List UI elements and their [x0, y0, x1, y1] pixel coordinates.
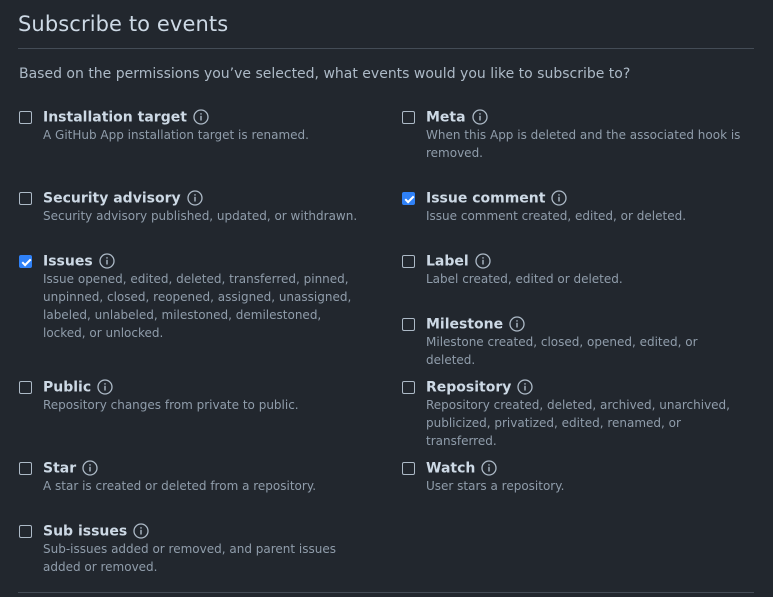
milestone-checkbox[interactable] [402, 318, 415, 331]
info-icon[interactable] [97, 378, 113, 395]
info-icon[interactable] [509, 315, 525, 332]
event-title[interactable]: Issue comment [426, 191, 545, 207]
info-icon[interactable] [82, 459, 98, 476]
event-description: A GitHub App installation target is rena… [43, 128, 309, 142]
page-title: Subscribe to events [18, 12, 229, 36]
event-description: When this App is deleted and the associa… [426, 128, 741, 160]
info-icon[interactable] [481, 459, 498, 476]
info-icon[interactable] [471, 108, 488, 125]
event-description: A star is created or deleted from a repo… [43, 479, 317, 493]
intro-text: Based on the permissions you’ve selected… [19, 66, 631, 82]
event-description: Milestone created, closed, opened, edite… [426, 335, 698, 367]
event-description: Repository changes from private to publi… [43, 398, 299, 412]
star-checkbox[interactable] [19, 462, 32, 475]
info-icon[interactable] [193, 108, 209, 125]
event-description: Repository created, deleted, archived, u… [426, 398, 730, 448]
info-icon[interactable] [186, 189, 203, 206]
event-title[interactable]: Public [43, 380, 91, 396]
event-description: Sub-issues added or removed, and parent … [43, 542, 336, 574]
event-title[interactable]: Issues [43, 254, 93, 270]
label-checkbox[interactable] [402, 255, 415, 268]
event-description: Label created, edited or deleted. [426, 272, 623, 286]
installation-target-checkbox[interactable] [19, 111, 32, 124]
issue-comment-checkbox[interactable] [402, 192, 415, 205]
sub-issues-checkbox[interactable] [19, 525, 32, 538]
event-title[interactable]: Star [43, 461, 76, 477]
public-checkbox[interactable] [19, 381, 32, 394]
bottom-divider [18, 592, 754, 593]
info-icon[interactable] [99, 252, 115, 269]
event-title[interactable]: Label [426, 254, 469, 270]
security-advisory-checkbox[interactable] [19, 192, 32, 205]
watch-checkbox[interactable] [402, 462, 415, 475]
info-icon[interactable] [133, 522, 149, 539]
event-title[interactable]: Installation target [43, 110, 187, 126]
info-icon[interactable] [551, 189, 568, 206]
header-divider [18, 48, 754, 49]
event-description: Issue comment created, edited, or delete… [426, 209, 687, 223]
meta-checkbox[interactable] [402, 111, 415, 124]
event-description: User stars a repository. [426, 479, 565, 493]
event-description: Issue opened, edited, deleted, transferr… [43, 272, 352, 340]
issues-checkbox[interactable] [19, 255, 32, 268]
repository-checkbox[interactable] [402, 381, 415, 394]
event-description: Security advisory published, updated, or… [43, 209, 358, 223]
event-title[interactable]: Milestone [426, 317, 503, 333]
event-title[interactable]: Security advisory [43, 191, 181, 207]
event-title[interactable]: Meta [426, 110, 466, 126]
info-icon[interactable] [517, 378, 534, 395]
info-icon[interactable] [475, 252, 491, 269]
event-title[interactable]: Repository [426, 380, 511, 396]
event-title[interactable]: Sub issues [43, 524, 127, 540]
event-title[interactable]: Watch [426, 461, 475, 477]
